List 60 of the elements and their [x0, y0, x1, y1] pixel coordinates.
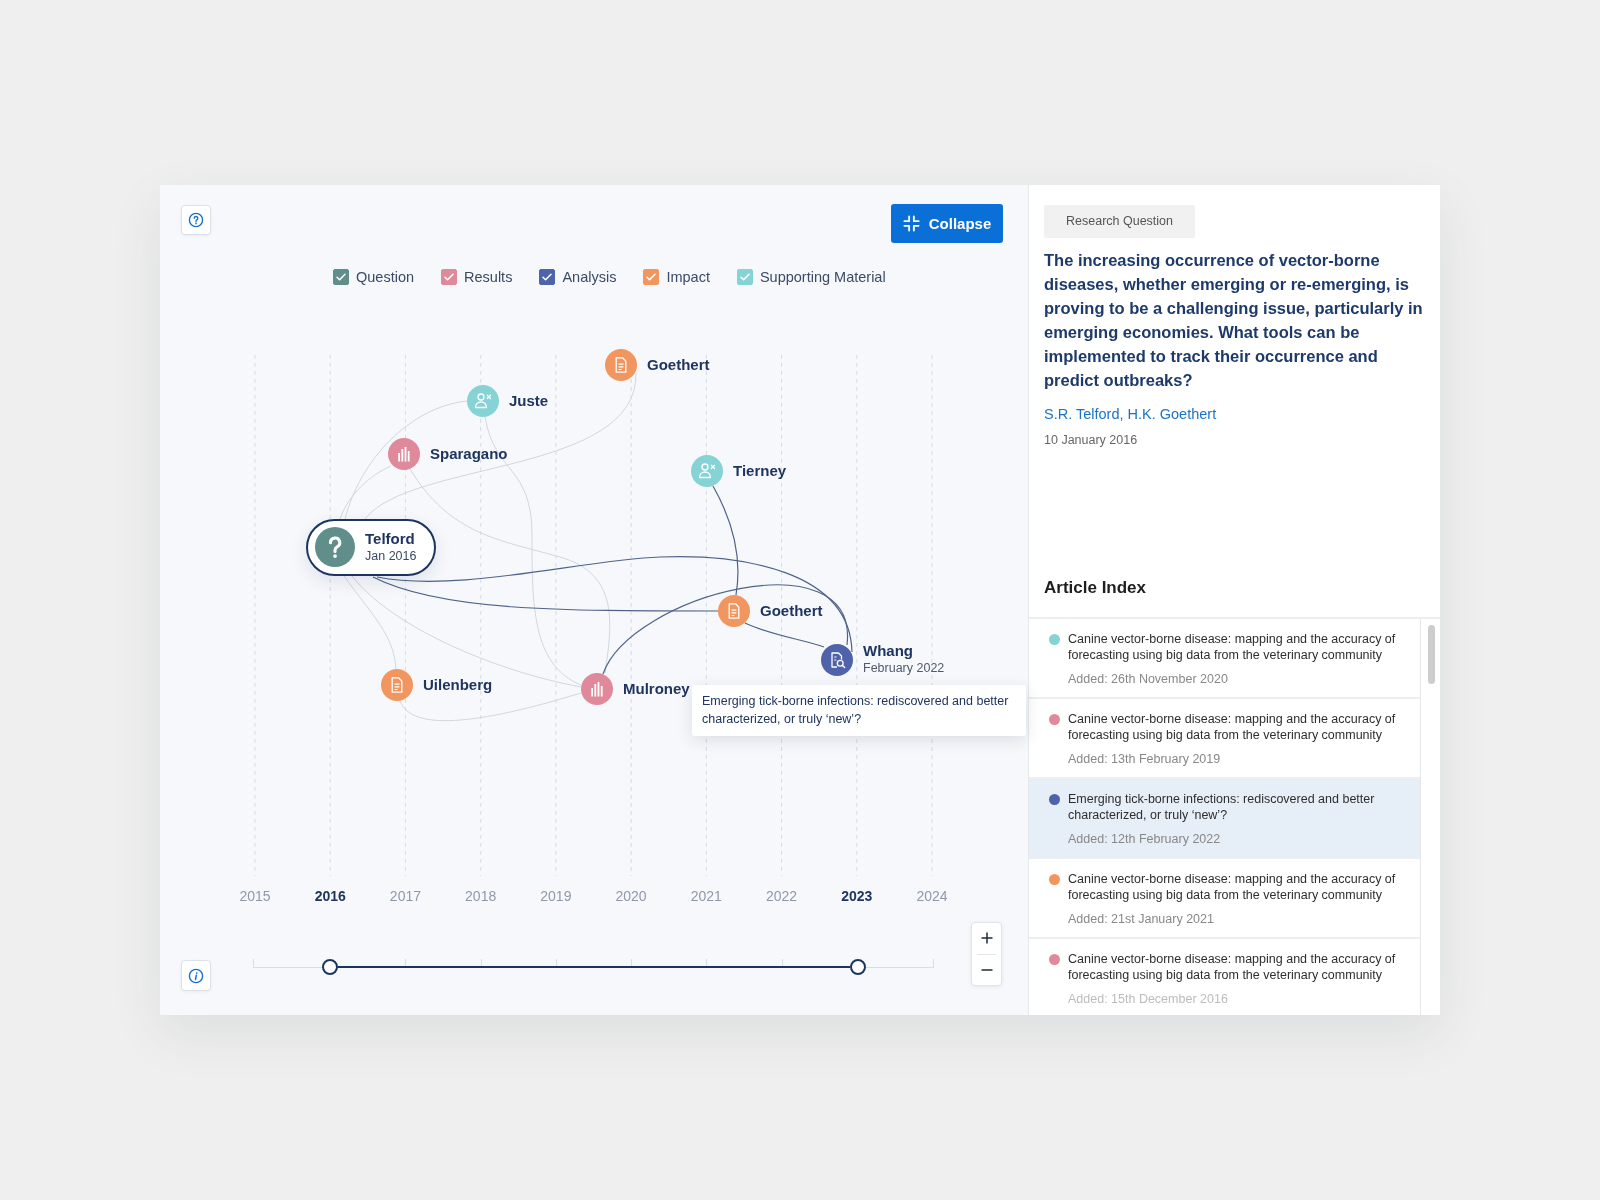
checkbox[interactable]: [441, 269, 458, 285]
year-label: 2015: [239, 887, 271, 906]
legend-label[interactable]: Impact: [666, 268, 710, 286]
check-icon: [739, 273, 750, 281]
plus-icon: [980, 932, 993, 945]
legend-label[interactable]: Analysis: [562, 268, 617, 286]
minus-icon: [980, 968, 993, 971]
article-title: Canine vector-borne disease: mapping and the accuracy of forecasting using big data from the veterinary community: [1068, 631, 1397, 663]
year-label: 2018: [465, 887, 497, 906]
author-link[interactable]: S.R. Telford, H.K. Goethert: [1044, 404, 1217, 424]
check-icon: [646, 273, 657, 281]
inward-arrows-icon: [902, 215, 920, 232]
article-title: Canine vector-borne disease: mapping and the accuracy of forecasting using big data from the veterinary community: [1068, 871, 1397, 903]
slider-track[interactable]: [253, 958, 934, 976]
year-label: 2024: [916, 887, 948, 906]
document-icon[interactable]: [605, 349, 637, 381]
check-icon: [336, 273, 346, 281]
category-tag: Research Question: [1044, 205, 1195, 238]
question-text: The increasing occurrence of vector-borne diseases, whether emerging or re-emerging, is proving to be a challenging issue, particularly in emerging economies. What tools can be implemented to track their occurrence and predict outbreaks?: [1044, 250, 1424, 391]
node-label: Goethert: [647, 356, 710, 374]
article-date: Added: 15th December 2016: [1068, 991, 1228, 1007]
info-icon: [188, 967, 204, 984]
collapse-button[interactable]: Collapse: [891, 204, 1003, 243]
article-date: Added: 21st January 2021: [1068, 911, 1214, 927]
article-title: Canine vector-borne disease: mapping and the accuracy of forecasting using big data from the veterinary community: [1068, 951, 1397, 983]
legend-label[interactable]: Supporting Material: [759, 268, 886, 286]
help-icon: [188, 212, 204, 228]
article-row[interactable]: Canine vector-borne disease: mapping and the accuracy of forecasting using big data from the veterinary community Added: 26th November 2020: [1029, 619, 1420, 699]
checkbox[interactable]: [539, 269, 556, 285]
article-row[interactable]: Emerging tick-borne infections: rediscovered and better characterized, or truly ‘new’? Added: 12th February 2022: [1029, 779, 1420, 859]
year-label: 2022: [765, 887, 798, 906]
article-row[interactable]: Canine vector-borne disease: mapping and the accuracy of forecasting using big data from the veterinary community Added: 21st January 2021: [1029, 859, 1420, 939]
scrollbar[interactable]: [1428, 625, 1435, 684]
article-date: Added: 12th February 2022: [1068, 831, 1221, 847]
article-date: Added: 13th February 2019: [1068, 751, 1221, 767]
publish-date: 10 January 2016: [1044, 432, 1138, 449]
node-date: February 2022: [863, 660, 945, 677]
slider-thumb[interactable]: [849, 959, 866, 975]
year-label: 2017: [389, 887, 421, 906]
check-icon: [542, 273, 553, 281]
article-date: Added: 26th November 2020: [1068, 671, 1228, 687]
info-button[interactable]: [181, 960, 211, 991]
legend-label[interactable]: Results: [464, 268, 513, 286]
article-row[interactable]: Canine vector-borne disease: mapping and the accuracy of forecasting using big data from the veterinary community Added: 15th December 2016: [1029, 939, 1420, 1015]
article-title: Emerging tick-borne infections: rediscovered and better characterized, or truly ‘new’?: [1068, 791, 1376, 823]
year-label: 2023: [841, 887, 873, 906]
year-label: 2016: [314, 887, 346, 906]
checkbox[interactable]: [736, 269, 753, 285]
year-label: 2019: [540, 887, 572, 906]
check-icon: [444, 273, 455, 281]
node-label: Whang: [863, 642, 914, 660]
section-title: Article Index: [1043, 577, 1147, 599]
slider-thumb[interactable]: [321, 959, 338, 975]
article-title: Canine vector-borne disease: mapping and the accuracy of forecasting using big data from the veterinary community: [1068, 711, 1397, 743]
help-button[interactable]: [181, 205, 211, 235]
year-label: 2021: [690, 887, 722, 906]
legend-label[interactable]: Question: [356, 268, 415, 286]
checkbox[interactable]: [643, 269, 660, 285]
checkbox[interactable]: [333, 269, 349, 285]
year-label: 2020: [615, 887, 647, 906]
